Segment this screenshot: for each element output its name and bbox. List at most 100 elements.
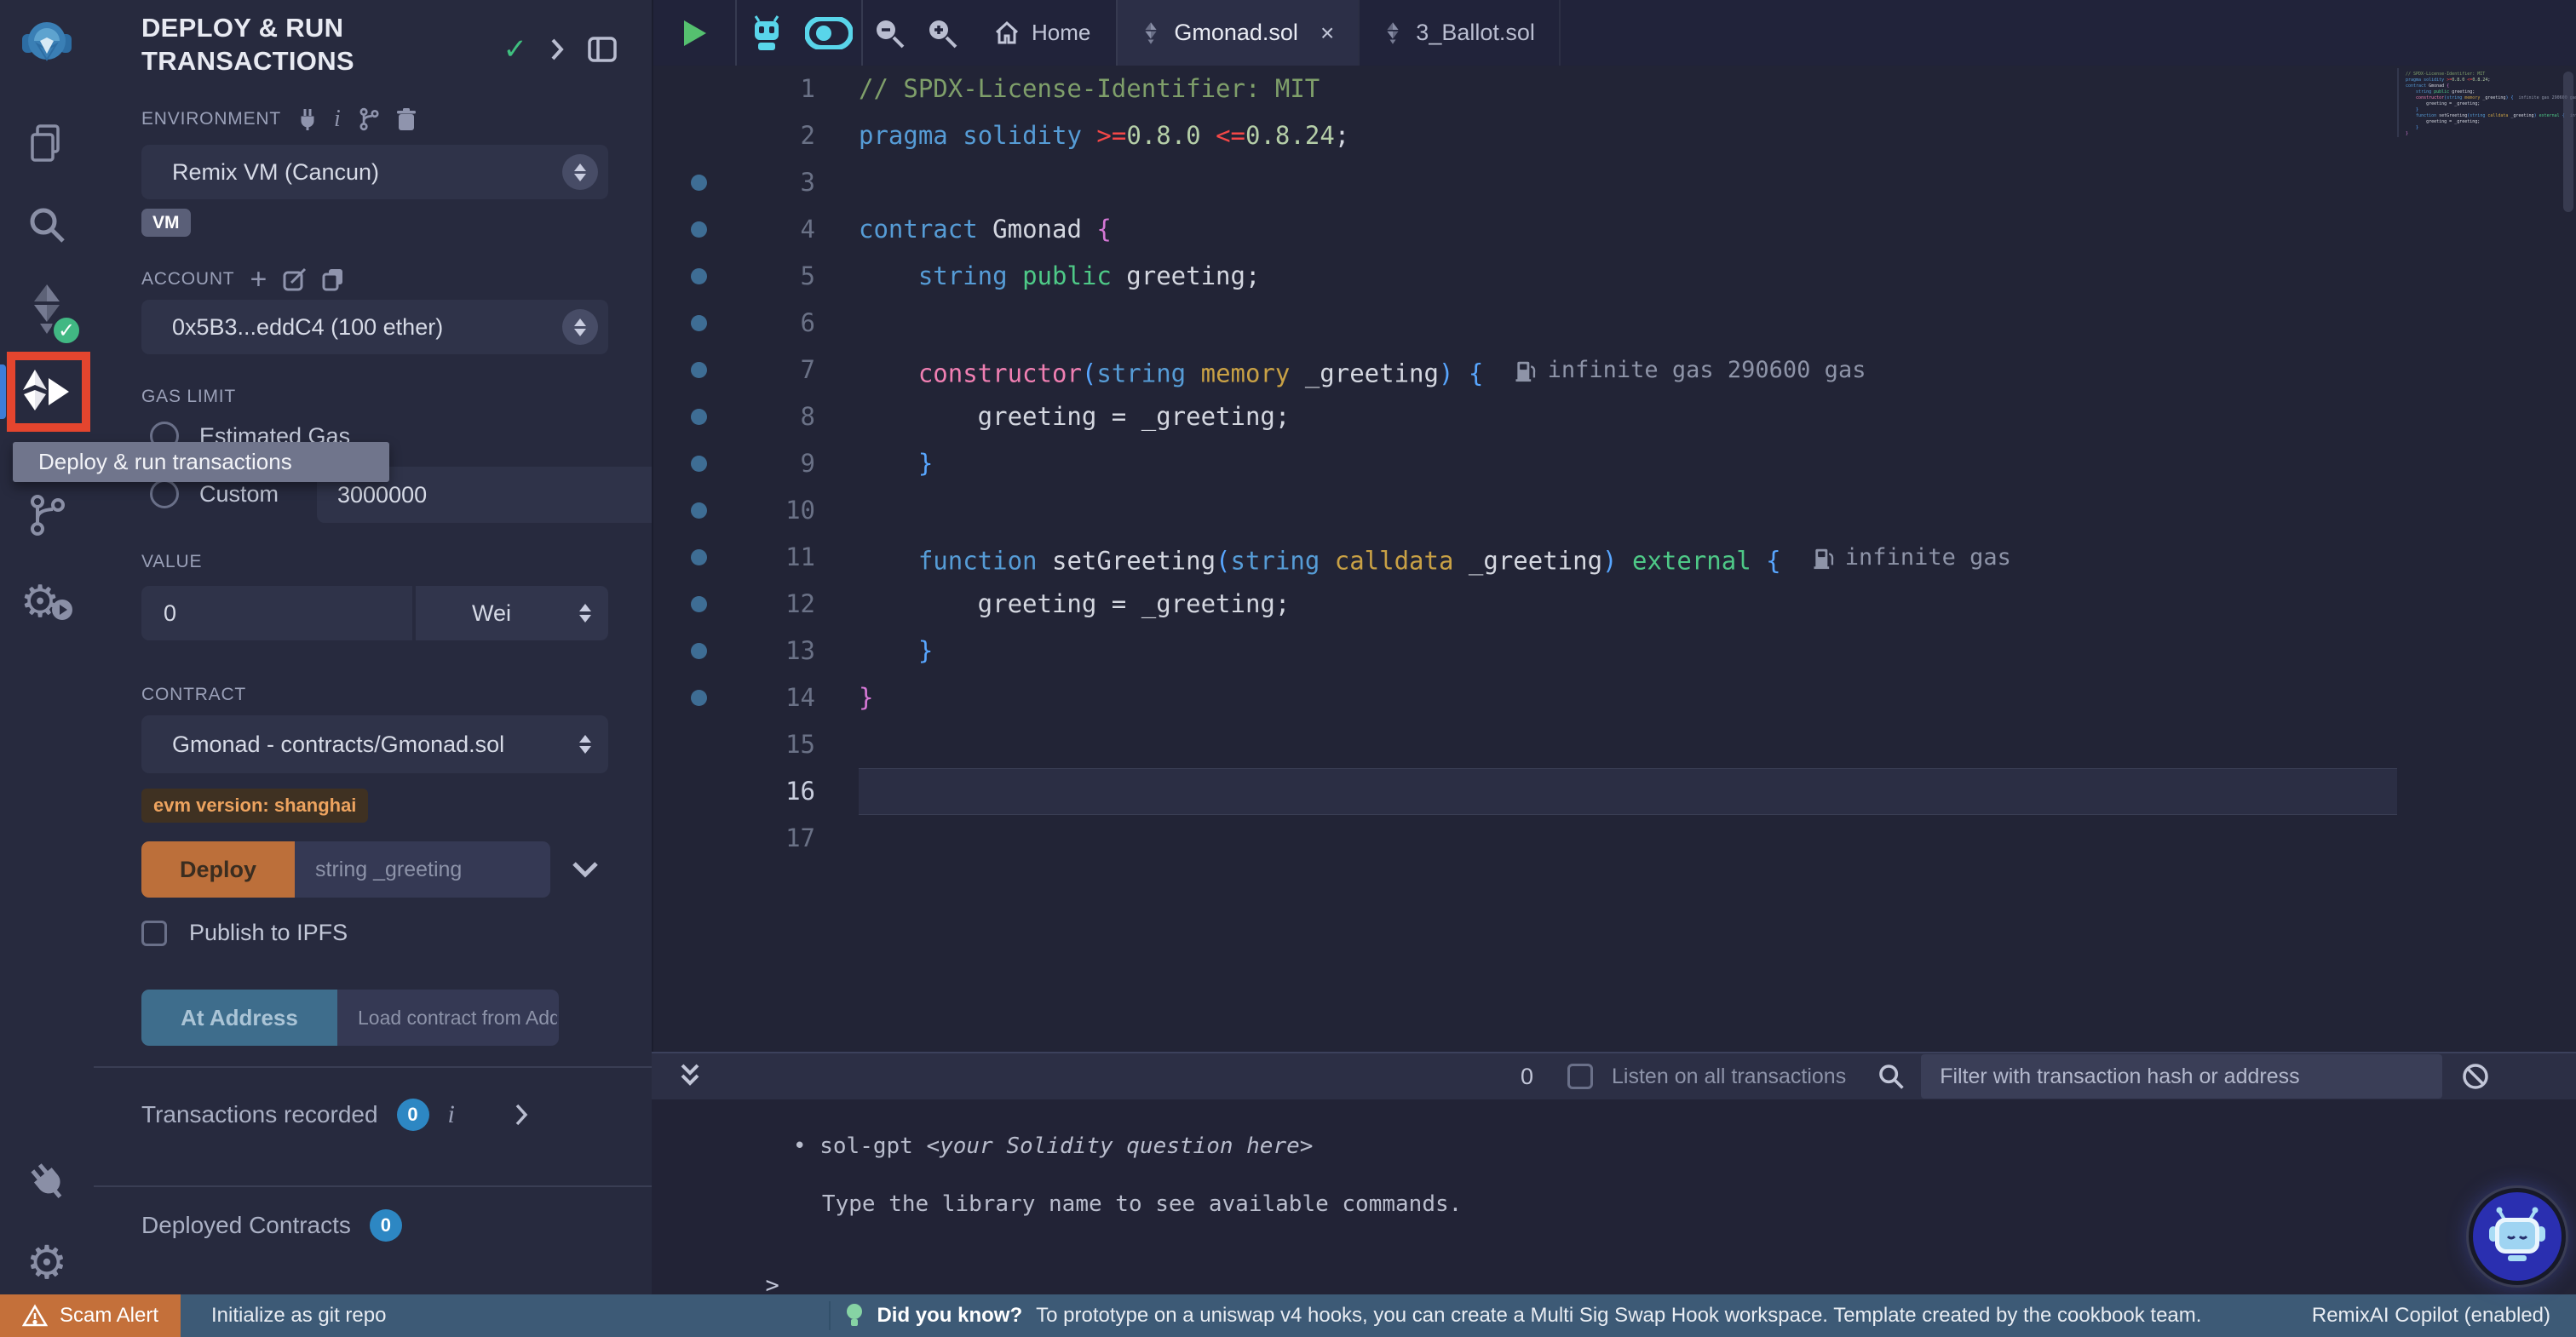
file-explorer-icon[interactable] [0, 119, 94, 167]
at-address-input[interactable] [337, 990, 559, 1046]
code-line[interactable]: 3 [653, 159, 2576, 206]
code-line[interactable]: 4contract Gmonad { [653, 206, 2576, 253]
editor-scrollbar[interactable] [2563, 72, 2573, 212]
gutter-dot[interactable] [691, 268, 707, 284]
code-editor[interactable]: 1// SPDX-License-Identifier: MIT2pragma … [653, 66, 2576, 862]
plus-icon[interactable]: + [250, 271, 267, 288]
plug-icon[interactable] [296, 107, 319, 131]
copy-icon[interactable] [322, 267, 344, 291]
code-text[interactable]: } [859, 440, 933, 487]
tab-home[interactable]: Home [969, 0, 1116, 66]
code-line[interactable]: 12 greeting = _greeting; [653, 581, 2576, 628]
code-text[interactable]: function setGreeting(string calldata _gr… [859, 534, 2011, 585]
line-number: 7 [730, 347, 815, 393]
info-icon[interactable]: i [334, 106, 342, 133]
git-icon[interactable] [0, 490, 94, 541]
code-text[interactable]: constructor(string memory _greeting) {in… [859, 347, 1866, 398]
status-bar: Scam Alert Initialize as git repo Did yo… [0, 1294, 2576, 1337]
value-input[interactable]: 0 [141, 586, 412, 640]
code-text[interactable]: string public greeting; [859, 253, 1260, 300]
ai-copilot-toggle-icon[interactable] [796, 0, 861, 66]
code-line[interactable]: 8 greeting = _greeting; [653, 393, 2576, 440]
transaction-filter-input[interactable] [1921, 1054, 2442, 1099]
listen-all-checkbox[interactable] [1567, 1064, 1593, 1089]
deploy-button[interactable]: Deploy [141, 841, 295, 898]
code-text[interactable]: } [859, 628, 933, 674]
code-line[interactable]: 7 constructor(string memory _greeting) {… [653, 347, 2576, 393]
script-runner-icon[interactable]: ⚙ [0, 572, 94, 632]
remix-logo-icon[interactable] [0, 12, 94, 72]
zoom-out-icon[interactable] [863, 0, 916, 66]
plugin-manager-icon[interactable] [0, 1151, 94, 1211]
solidity-compiler-icon[interactable]: ✓ [0, 279, 94, 339]
info-icon[interactable]: i [448, 1100, 455, 1129]
code-line[interactable]: 10 [653, 487, 2576, 534]
code-line[interactable]: 6 [653, 300, 2576, 347]
gutter-dot[interactable] [691, 643, 707, 659]
gutter-dot[interactable] [691, 456, 707, 472]
value-unit-select[interactable]: Wei [416, 586, 608, 640]
code-text[interactable]: } [859, 674, 873, 721]
environment-select[interactable]: Remix VM (Cancun) [141, 145, 608, 199]
code-line[interactable]: 11 function setGreeting(string calldata … [653, 534, 2576, 581]
tab-gmonad-sol[interactable]: Gmonad.sol × [1118, 0, 1360, 66]
account-select[interactable]: 0x5B3...eddC4 (100 ether) [141, 300, 608, 354]
custom-gas-radio-row[interactable]: Custom [150, 479, 279, 508]
custom-gas-radio[interactable] [150, 479, 179, 508]
tab-3-ballot-sol[interactable]: 3_Ballot.sol [1360, 0, 1561, 66]
minimap[interactable]: // SPDX-License-Identifier: MITpragma so… [2397, 68, 2552, 137]
gutter-dot[interactable] [691, 175, 707, 191]
settings-icon[interactable]: ⚙ [0, 1233, 94, 1293]
run-script-button[interactable] [653, 0, 735, 66]
git-init-button[interactable]: Initialize as git repo [211, 1304, 386, 1328]
code-line[interactable]: 16 [653, 768, 2576, 815]
code-line[interactable]: 5 string public greeting; [653, 253, 2576, 300]
gutter-dot[interactable] [691, 596, 707, 612]
gutter-dot[interactable] [691, 549, 707, 565]
at-address-row: At Address [141, 990, 559, 1046]
zoom-in-icon[interactable] [916, 0, 969, 66]
chevron-right-icon[interactable] [549, 37, 565, 62]
contract-label: CONTRACT [141, 685, 246, 705]
code-text[interactable]: // SPDX-License-Identifier: MIT [859, 66, 1320, 112]
chevron-down-icon[interactable] [571, 860, 600, 879]
publish-ipfs-checkbox[interactable] [141, 921, 167, 946]
gutter-dot[interactable] [691, 690, 707, 706]
copilot-status[interactable]: RemixAI Copilot (enabled) [2312, 1304, 2550, 1328]
scam-alert-badge[interactable]: Scam Alert [0, 1294, 181, 1337]
code-line[interactable]: 14} [653, 674, 2576, 721]
search-icon[interactable] [0, 201, 94, 249]
close-icon[interactable]: × [1320, 20, 1334, 47]
code-line[interactable]: 13 } [653, 628, 2576, 674]
pin-panel-icon[interactable] [587, 34, 618, 65]
listen-all-label: Listen on all transactions [1612, 1064, 1846, 1089]
line-number: 9 [730, 440, 815, 487]
gutter-dot[interactable] [691, 315, 707, 331]
ai-chat-button[interactable] [2469, 1188, 2566, 1285]
code-line[interactable]: 9 } [653, 440, 2576, 487]
code-text[interactable]: greeting = _greeting; [859, 393, 1290, 440]
gutter-dot[interactable] [691, 221, 707, 238]
gutter-dot[interactable] [691, 502, 707, 519]
constructor-arg-input[interactable] [295, 841, 550, 898]
at-address-button[interactable]: At Address [141, 990, 337, 1046]
fork-icon[interactable] [357, 107, 381, 131]
code-line[interactable]: 17 [653, 815, 2576, 862]
code-line[interactable]: 1// SPDX-License-Identifier: MIT [653, 66, 2576, 112]
publish-ipfs-row[interactable]: Publish to IPFS [141, 920, 348, 946]
ai-robot-icon[interactable] [737, 0, 796, 66]
code-text[interactable]: greeting = _greeting; [859, 581, 1290, 628]
block-icon[interactable] [2461, 1062, 2490, 1091]
edit-icon[interactable] [283, 267, 307, 291]
code-text[interactable]: contract Gmonad { [859, 206, 1112, 253]
gutter-dot[interactable] [691, 362, 707, 378]
collapse-terminal-icon[interactable] [677, 1062, 703, 1091]
evm-version-badge: evm version: shanghai [141, 789, 368, 823]
gutter-dot[interactable] [691, 409, 707, 425]
code-line[interactable]: 15 [653, 721, 2576, 768]
chevron-right-icon[interactable] [515, 1103, 528, 1127]
trash-icon[interactable] [396, 107, 417, 131]
code-text[interactable]: pragma solidity >=0.8.0 <=0.8.24; [859, 112, 1349, 159]
code-line[interactable]: 2pragma solidity >=0.8.0 <=0.8.24; [653, 112, 2576, 159]
contract-select[interactable]: Gmonad - contracts/Gmonad.sol [141, 715, 608, 773]
